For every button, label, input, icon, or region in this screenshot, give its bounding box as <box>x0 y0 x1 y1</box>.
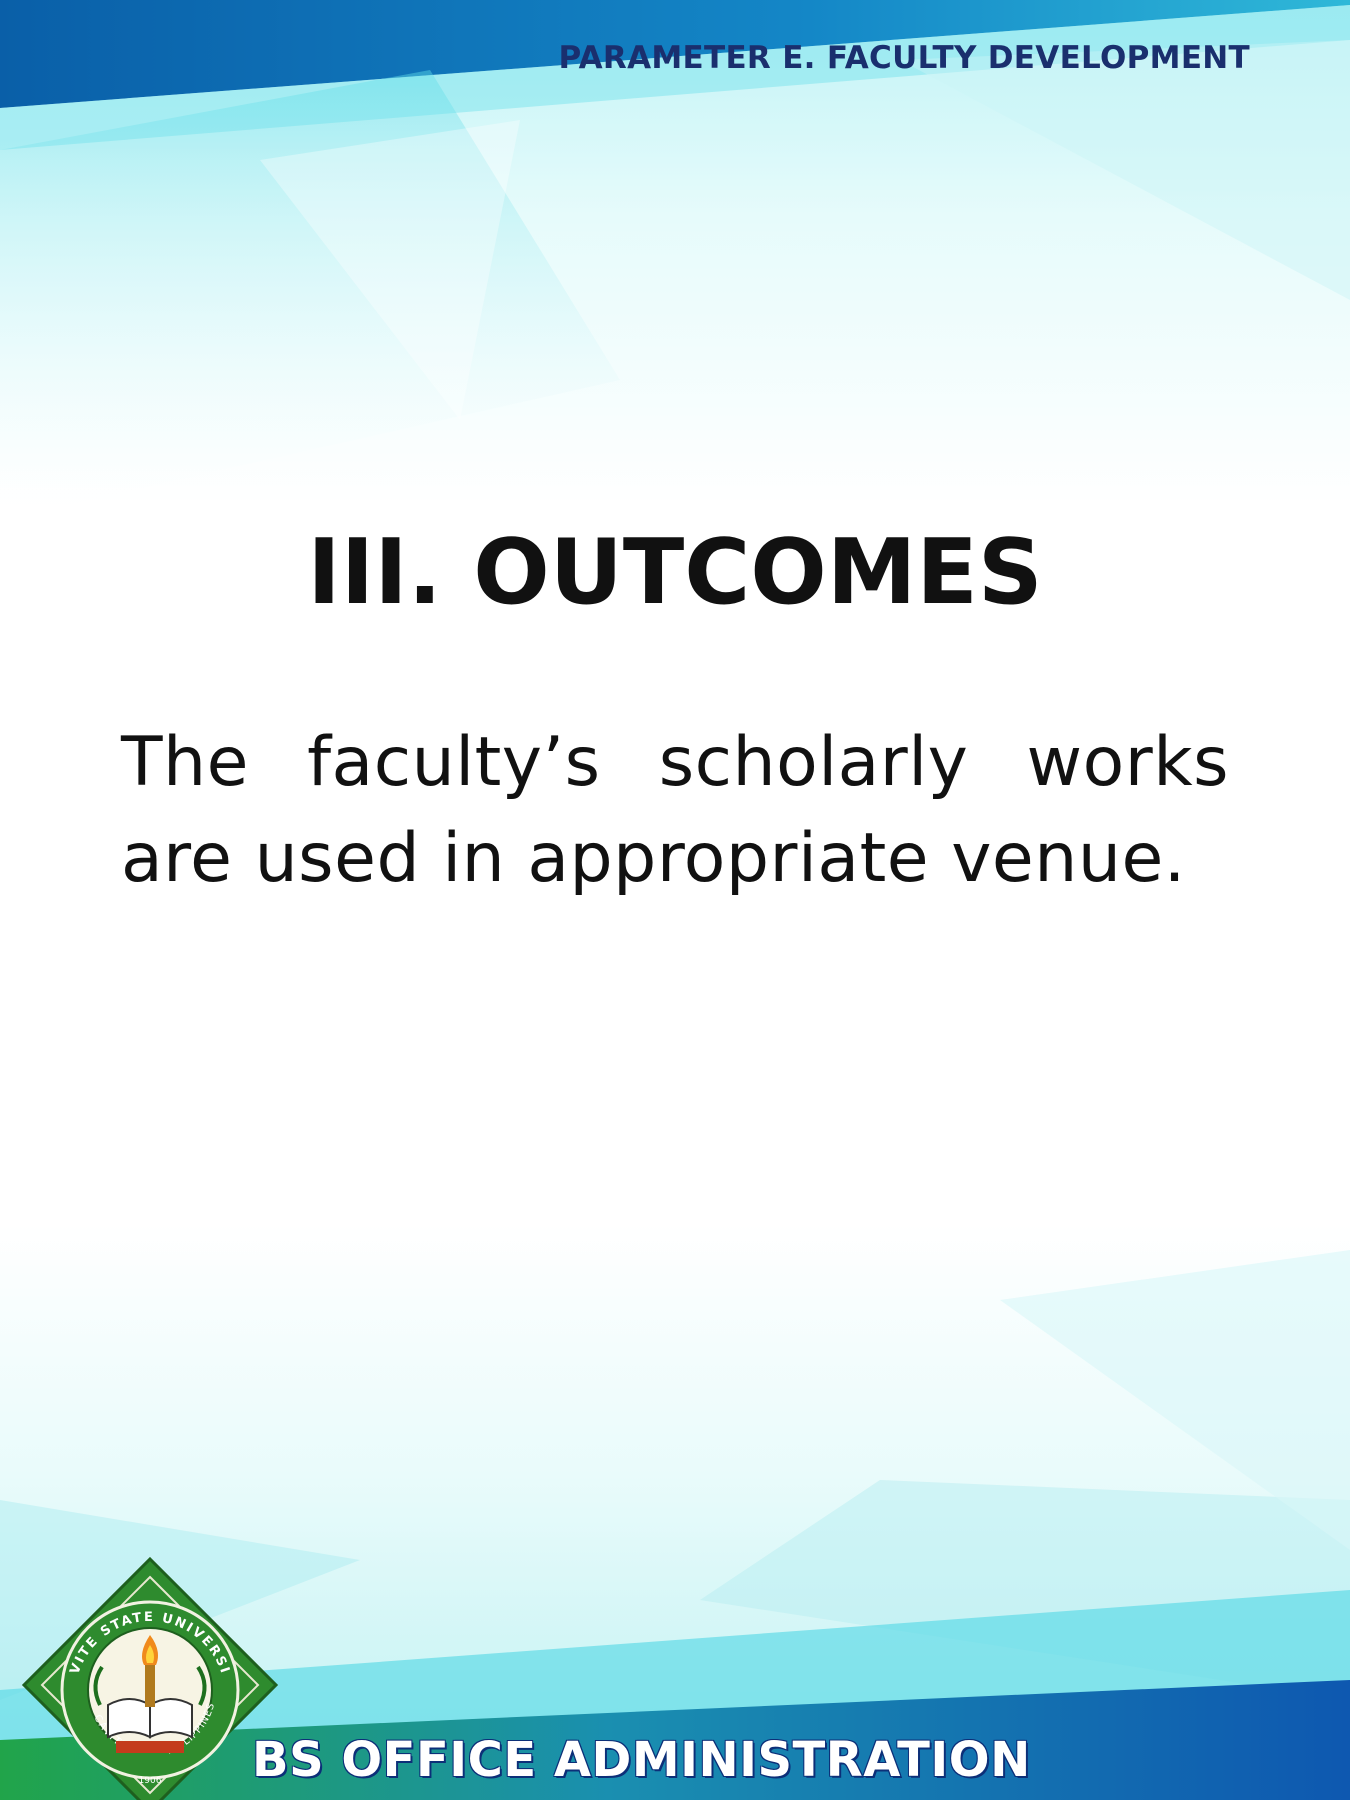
slide: PARAMETER E. FACULTY DEVELOPMENT III. OU… <box>0 0 1350 1800</box>
seal-year: 1906 <box>139 1776 162 1786</box>
university-seal-icon: CAVITE STATE UNIVERSITY CAVITE PHILIPPIN… <box>20 1555 279 1800</box>
outcome-statement: The faculty’s scholarly works are used i… <box>121 723 1229 898</box>
section-title: III. OUTCOMES <box>307 520 1043 625</box>
program-name: BS OFFICE ADMINISTRATION <box>252 1732 1031 1788</box>
parameter-header: PARAMETER E. FACULTY DEVELOPMENT <box>558 40 1250 76</box>
